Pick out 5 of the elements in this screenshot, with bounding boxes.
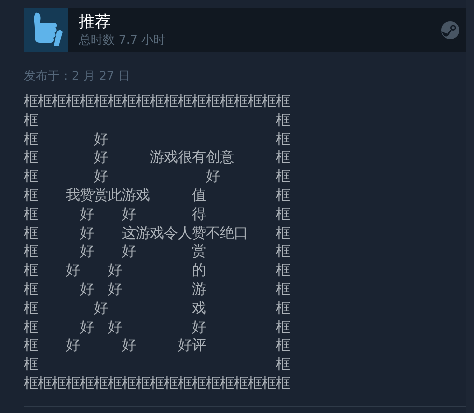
steam-logo-icon [441, 20, 460, 40]
playtime-text: 总时数 7.7 小时 [79, 32, 167, 48]
review-text: 框框框框框框框框框框框框框框框框框框框 框 框 框 好 框 框 好 游戏很有创意 框 框 好 好 框 框 我赞赏此游戏 值 框 框 好 好 得 框 框 好 这游戏令人赞不绝口 框 框 好 好 赏 框 框 好 好 的 框 框 好 好 游 框 框 好 戏 框 框 好 好 好 框 框 好 好 好评 框 框 框 框框框框框框框框框框框框框框框框框框框 [24, 93, 291, 394]
posted-date: 发布于：2 月 27 日 [24, 68, 132, 84]
review-verdict: 推荐 [79, 12, 112, 32]
